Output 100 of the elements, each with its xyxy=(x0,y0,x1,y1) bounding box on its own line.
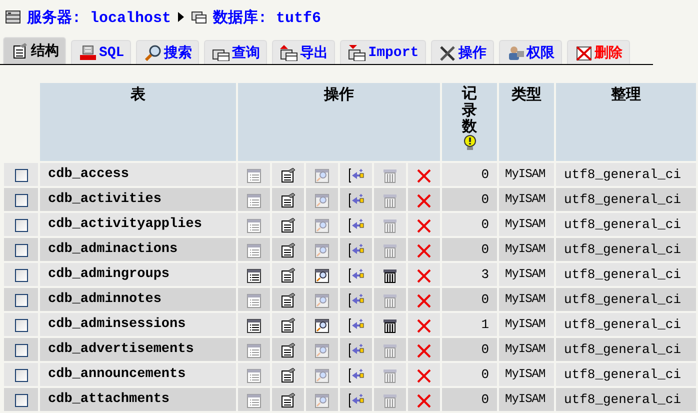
table-cell: 3 xyxy=(442,263,497,286)
checkbox[interactable] xyxy=(14,244,28,258)
delete-icon[interactable] xyxy=(417,394,431,408)
delete-icon[interactable] xyxy=(417,294,431,308)
magnifier-icon xyxy=(144,44,162,60)
table-cell: MyISAM xyxy=(499,213,554,236)
delete-icon[interactable] xyxy=(417,244,431,258)
tab[interactable]: 操作 xyxy=(430,40,494,64)
insert-icon[interactable] xyxy=(348,318,364,334)
table-cell: MyISAM xyxy=(499,288,554,311)
structure-icon[interactable] xyxy=(280,168,296,184)
checkbox[interactable] xyxy=(14,319,28,332)
column-header: 记录数 xyxy=(462,85,477,134)
checkbox[interactable] xyxy=(14,294,28,308)
checkbox[interactable] xyxy=(14,219,28,232)
table-cell: utf8_general_ci xyxy=(556,238,696,261)
checkbox[interactable] xyxy=(14,169,28,182)
table-cell: utf8_general_ci xyxy=(556,288,696,311)
table-cell: MyISAM xyxy=(499,238,554,261)
insert-icon[interactable] xyxy=(348,293,364,308)
delete-icon[interactable] xyxy=(417,268,431,283)
column-header: 表 xyxy=(40,83,236,161)
table-cell: 0 xyxy=(442,238,497,261)
document-icon xyxy=(11,43,29,59)
table-cell: utf8_general_ci xyxy=(556,338,696,361)
import-icon xyxy=(348,44,366,60)
arrow-icon xyxy=(177,12,186,22)
tab[interactable]: 搜索 xyxy=(136,40,200,64)
trash-icon[interactable] xyxy=(383,318,397,333)
delete-icon xyxy=(574,44,593,60)
lightbulb-icon xyxy=(462,134,476,150)
table-cell[interactable]: cdb_adminnotes xyxy=(40,288,236,311)
table-cell[interactable]: cdb_adminactions xyxy=(40,238,236,261)
browse-icon[interactable] xyxy=(247,318,261,333)
table-cell[interactable]: cdb_activities xyxy=(40,188,236,211)
structure-icon[interactable] xyxy=(280,318,296,334)
table-cell[interactable]: cdb_advertisements xyxy=(40,338,236,361)
table-cell: utf8_general_ci xyxy=(556,163,696,186)
tab[interactable]: 查询 xyxy=(204,40,268,64)
table-cell: 0 xyxy=(442,388,497,411)
delete-icon[interactable] xyxy=(417,168,431,183)
table-cell[interactable]: cdb_announcements xyxy=(40,363,236,386)
checkbox[interactable] xyxy=(14,194,28,208)
table-cell: utf8_general_ci xyxy=(556,213,696,236)
export-icon xyxy=(280,44,298,60)
tab[interactable]: SQL xyxy=(71,40,132,64)
structure-icon[interactable] xyxy=(280,368,296,384)
table-cell[interactable]: cdb_admingroups xyxy=(40,263,236,286)
structure-icon[interactable] xyxy=(280,343,296,358)
tab[interactable]: 结构 xyxy=(3,37,66,64)
sql-icon xyxy=(79,44,97,60)
table-cell[interactable]: cdb_attachments xyxy=(40,388,236,411)
insert-icon[interactable] xyxy=(348,368,364,384)
table-cell[interactable]: cdb_access xyxy=(40,163,236,186)
structure-icon[interactable] xyxy=(280,218,296,234)
table-cell: 1 xyxy=(442,313,497,336)
column-header: 整理 xyxy=(556,83,696,161)
tab[interactable]: Import xyxy=(340,40,426,64)
table-cell: utf8_general_ci xyxy=(556,363,696,386)
delete-icon[interactable] xyxy=(417,344,431,358)
table-cell[interactable]: cdb_adminsessions xyxy=(40,313,236,336)
structure-icon[interactable] xyxy=(280,393,296,408)
delete-icon[interactable] xyxy=(417,318,431,333)
insert-icon[interactable] xyxy=(348,343,364,358)
table-cell: utf8_general_ci xyxy=(556,388,696,411)
server-link[interactable]: 服务器: localhost xyxy=(27,8,172,26)
insert-icon[interactable] xyxy=(348,218,364,234)
table-cell: MyISAM xyxy=(499,388,554,411)
tab[interactable]: 导出 xyxy=(272,40,336,64)
insert-icon[interactable] xyxy=(348,268,364,284)
structure-icon[interactable] xyxy=(280,243,296,258)
tab[interactable]: 权限 xyxy=(498,40,562,64)
delete-icon[interactable] xyxy=(417,194,431,208)
database-icon xyxy=(191,9,208,25)
table-cell: MyISAM xyxy=(499,163,554,186)
insert-icon[interactable] xyxy=(348,193,364,208)
checkbox[interactable] xyxy=(14,369,28,382)
table-cell: 0 xyxy=(442,188,497,211)
checkbox[interactable] xyxy=(14,269,28,282)
search-icon[interactable] xyxy=(315,268,329,283)
table-cell: utf8_general_ci xyxy=(556,188,696,211)
search-icon[interactable] xyxy=(315,318,329,333)
structure-icon[interactable] xyxy=(280,293,296,308)
database-link[interactable]: 数据库: tutf6 xyxy=(213,8,322,26)
browse-icon[interactable] xyxy=(247,268,261,283)
checkbox[interactable] xyxy=(14,344,28,358)
table-cell: 0 xyxy=(442,213,497,236)
users-icon xyxy=(506,44,525,60)
trash-icon[interactable] xyxy=(383,268,397,283)
delete-icon[interactable] xyxy=(417,218,431,233)
structure-icon[interactable] xyxy=(280,268,296,284)
checkbox[interactable] xyxy=(14,394,28,408)
table-cell: MyISAM xyxy=(499,363,554,386)
delete-icon[interactable] xyxy=(417,368,431,383)
insert-icon[interactable] xyxy=(348,168,364,184)
insert-icon[interactable] xyxy=(348,393,364,408)
table-cell[interactable]: cdb_activityapplies xyxy=(40,213,236,236)
structure-icon[interactable] xyxy=(280,193,296,208)
table-cell: MyISAM xyxy=(499,188,554,211)
insert-icon[interactable] xyxy=(348,243,364,258)
